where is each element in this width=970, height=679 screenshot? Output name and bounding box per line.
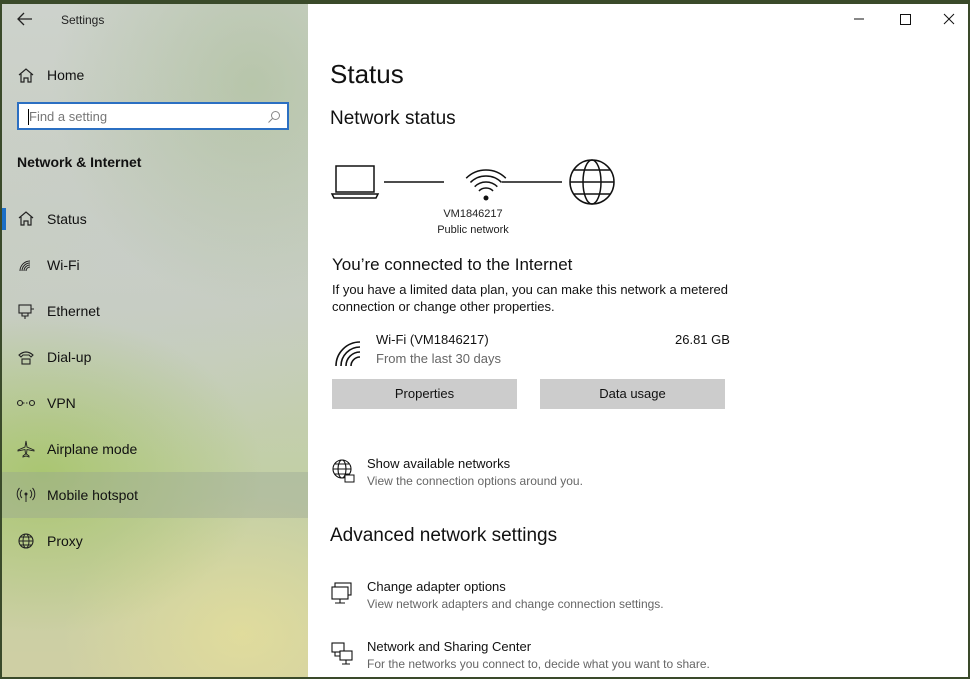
sidebar-item-vpn[interactable]: VPN xyxy=(2,380,308,426)
section-title: Network & Internet xyxy=(17,154,142,170)
ethernet-icon xyxy=(18,304,34,319)
link-title: Network and Sharing Center xyxy=(367,639,532,654)
globe-icon xyxy=(18,533,34,549)
link-title: Change adapter options xyxy=(367,579,506,594)
app-title: Settings xyxy=(61,13,105,27)
nav-home-label: Home xyxy=(47,67,85,83)
sidebar-item-label: Dial-up xyxy=(47,349,92,365)
sidebar-item-dialup[interactable]: Dial-up xyxy=(2,334,308,380)
link-title: Show available networks xyxy=(367,456,511,471)
wifi-data-usage: 26.81 GB xyxy=(675,332,730,347)
minimize-button[interactable] xyxy=(836,4,882,34)
network-status-heading: Network status xyxy=(330,108,456,129)
link-description: View network adapters and change connect… xyxy=(367,597,664,611)
sidebar-item-label: Proxy xyxy=(47,533,83,549)
main-content: Status Network status VM1846217 Public n… xyxy=(308,4,968,677)
title-bar: Settings xyxy=(2,4,308,36)
link-description: View the connection options around you. xyxy=(367,474,583,488)
internet-globe-icon xyxy=(569,159,615,205)
connected-heading: You’re connected to the Internet xyxy=(332,255,573,274)
minimize-icon xyxy=(854,18,864,20)
sidebar-item-label: Mobile hotspot xyxy=(47,487,139,503)
wifi-connection-name: Wi-Fi (VM1846217) xyxy=(376,332,489,347)
sharing-center-icon xyxy=(331,642,353,665)
sidebar-item-airplane[interactable]: Airplane mode xyxy=(2,426,308,472)
sidebar-item-ethernet[interactable]: Ethernet xyxy=(2,288,308,334)
sidebar-item-proxy[interactable]: Proxy xyxy=(2,518,308,564)
page-title: Status xyxy=(330,59,404,89)
network-name: VM1846217 xyxy=(443,208,503,220)
settings-window: Settings Home Find a setting Network & I… xyxy=(2,4,968,677)
laptop-icon xyxy=(330,165,380,199)
properties-button[interactable]: Properties xyxy=(332,379,517,409)
back-button[interactable] xyxy=(12,10,38,32)
sidebar-item-label: Airplane mode xyxy=(47,441,138,457)
close-button[interactable] xyxy=(926,4,968,34)
wifi-period: From the last 30 days xyxy=(376,351,501,366)
maximize-button[interactable] xyxy=(882,4,928,34)
network-type: Public network xyxy=(437,224,509,236)
sidebar-item-label: Ethernet xyxy=(47,303,100,319)
search-input[interactable]: Find a setting xyxy=(17,102,289,130)
home-icon xyxy=(18,68,34,83)
close-icon xyxy=(943,13,955,25)
adapter-icon xyxy=(331,582,352,604)
show-available-networks-link[interactable]: Show available networks View the connect… xyxy=(330,456,770,496)
advanced-network-settings-heading: Advanced network settings xyxy=(330,525,558,546)
change-adapter-options-link[interactable]: Change adapter options View network adap… xyxy=(330,579,770,619)
maximize-icon xyxy=(900,14,911,25)
back-arrow-icon xyxy=(17,12,32,26)
sidebar-item-status[interactable]: Status xyxy=(2,196,308,242)
network-sharing-center-link[interactable]: Network and Sharing Center For the netwo… xyxy=(330,639,770,677)
data-usage-button[interactable]: Data usage xyxy=(540,379,725,409)
search-icon[interactable] xyxy=(267,110,281,124)
selection-indicator xyxy=(2,208,6,230)
sidebar-item-wifi[interactable]: Wi-Fi xyxy=(2,242,308,288)
wifi-router-icon xyxy=(465,169,507,201)
link-description: For the networks you connect to, decide … xyxy=(367,657,710,671)
airplane-icon xyxy=(17,440,35,458)
sidebar-item-label: VPN xyxy=(47,395,76,411)
globe-network-icon xyxy=(332,459,355,483)
wifi-icon xyxy=(335,341,361,367)
search-placeholder: Find a setting xyxy=(29,109,108,124)
connected-description: If you have a limited data plan, you can… xyxy=(332,282,728,314)
sidebar: Settings Home Find a setting Network & I… xyxy=(2,4,308,677)
vpn-icon xyxy=(16,399,36,407)
sidebar-item-label: Status xyxy=(47,211,87,227)
status-home-icon xyxy=(18,211,34,226)
hotspot-icon xyxy=(16,487,36,502)
dialup-icon xyxy=(18,351,34,365)
wifi-icon xyxy=(19,260,31,272)
sidebar-item-mobile-hotspot[interactable]: Mobile hotspot xyxy=(2,472,308,518)
nav-home[interactable]: Home xyxy=(2,62,308,94)
text-caret xyxy=(28,109,29,125)
sidebar-item-label: Wi-Fi xyxy=(47,257,80,273)
